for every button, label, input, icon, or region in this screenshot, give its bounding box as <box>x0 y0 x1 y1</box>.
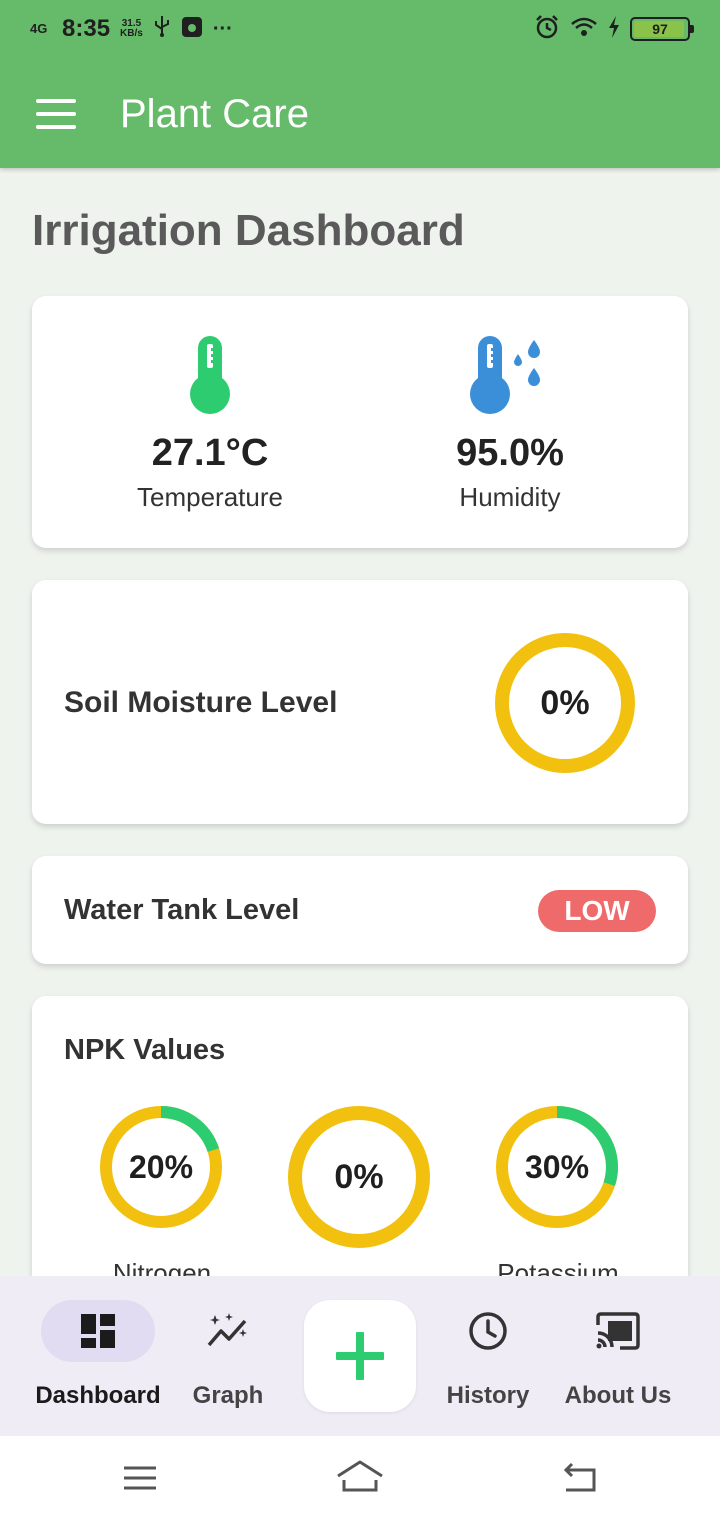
thermometer-icon <box>190 336 230 414</box>
humidity-item: 95.0% Humidity <box>346 296 674 548</box>
alarm-icon <box>534 14 560 45</box>
app-title: Plant Care <box>120 91 309 136</box>
soil-moisture-value: 0% <box>540 683 590 722</box>
history-icon <box>469 1312 507 1350</box>
system-navigation-bar <box>0 1436 720 1520</box>
home-icon <box>337 1460 383 1492</box>
status-bar: 4G 8:35 31.5 KB/s ··· 97 <box>0 0 720 58</box>
network-speed: 31.5 KB/s <box>120 19 143 39</box>
soil-moisture-card: Soil Moisture Level 0% <box>32 580 688 824</box>
home-button[interactable] <box>334 1456 386 1500</box>
recent-apps-button[interactable] <box>116 1456 164 1500</box>
recent-apps-icon <box>124 1466 156 1490</box>
npk-gauge-nitrogen: 20% <box>98 1104 224 1230</box>
network-indicator: 4G <box>30 21 48 36</box>
more-notifications-icon: ··· <box>212 17 233 40</box>
temperature-label: Temperature <box>137 482 283 512</box>
nav-item-about-us[interactable]: About Us <box>552 1276 684 1436</box>
graph-icon <box>207 1313 247 1347</box>
back-button[interactable] <box>556 1456 604 1500</box>
npk-gauge-phosphorus: 0% <box>286 1104 432 1250</box>
humidity-value: 95.0% <box>456 432 564 474</box>
nav-item-dashboard[interactable]: Dashboard <box>26 1276 170 1436</box>
npk-value-potassium: 30% <box>524 1148 590 1185</box>
back-icon <box>563 1462 596 1492</box>
add-button[interactable] <box>304 1300 416 1412</box>
water-tank-status-badge: LOW <box>538 890 656 932</box>
status-time: 8:35 <box>62 15 111 42</box>
npk-card: NPK Values 20% Nitrogen 0% 30% Potassium <box>32 996 688 1296</box>
dashboard-icon <box>81 1314 115 1348</box>
nav-label-about-us: About Us <box>564 1382 672 1409</box>
soil-moisture-label: Soil Moisture Level <box>64 686 338 719</box>
menu-icon[interactable] <box>36 99 76 129</box>
wifi-icon <box>570 16 598 43</box>
soil-moisture-gauge: 0% <box>492 630 638 776</box>
humidity-label: Humidity <box>459 482 561 512</box>
nav-label-graph: Graph <box>192 1382 264 1409</box>
water-tank-label: Water Tank Level <box>64 894 300 926</box>
bottom-navigation: Dashboard Graph History About Us <box>0 1276 720 1436</box>
cast-icon <box>596 1312 640 1350</box>
charging-icon <box>608 15 620 43</box>
nav-label-history: History <box>446 1382 530 1409</box>
npk-gauge-potassium: 30% <box>494 1104 620 1230</box>
battery-level: 97 <box>652 21 668 37</box>
npk-value-nitrogen: 20% <box>128 1148 194 1185</box>
thermometer-water-icon <box>470 336 540 414</box>
usb-icon <box>153 15 171 43</box>
npk-value-phosphorus: 0% <box>334 1157 384 1196</box>
npk-title: NPK Values <box>64 1034 226 1066</box>
environment-card: 27.1°C Temperature 95.0% Humidity <box>32 296 688 548</box>
page-title: Irrigation Dashboard <box>32 206 465 255</box>
water-tank-card: Water Tank Level LOW <box>32 856 688 964</box>
notification-app-icon <box>181 16 203 43</box>
nav-item-graph[interactable]: Graph <box>178 1276 278 1436</box>
battery-indicator: 97 <box>630 17 694 41</box>
nav-item-history[interactable]: History <box>436 1276 540 1436</box>
temperature-value: 27.1°C <box>151 432 269 474</box>
nav-indicator-active <box>41 1300 155 1362</box>
network-speed-unit: KB/s <box>120 28 143 39</box>
temperature-item: 27.1°C Temperature <box>46 296 374 548</box>
app-header: 4G 8:35 31.5 KB/s ··· 97 Plant Care <box>0 0 720 168</box>
nav-label-dashboard: Dashboard <box>35 1382 161 1409</box>
app-bar: Plant Care <box>0 62 720 166</box>
plus-icon <box>336 1332 384 1380</box>
